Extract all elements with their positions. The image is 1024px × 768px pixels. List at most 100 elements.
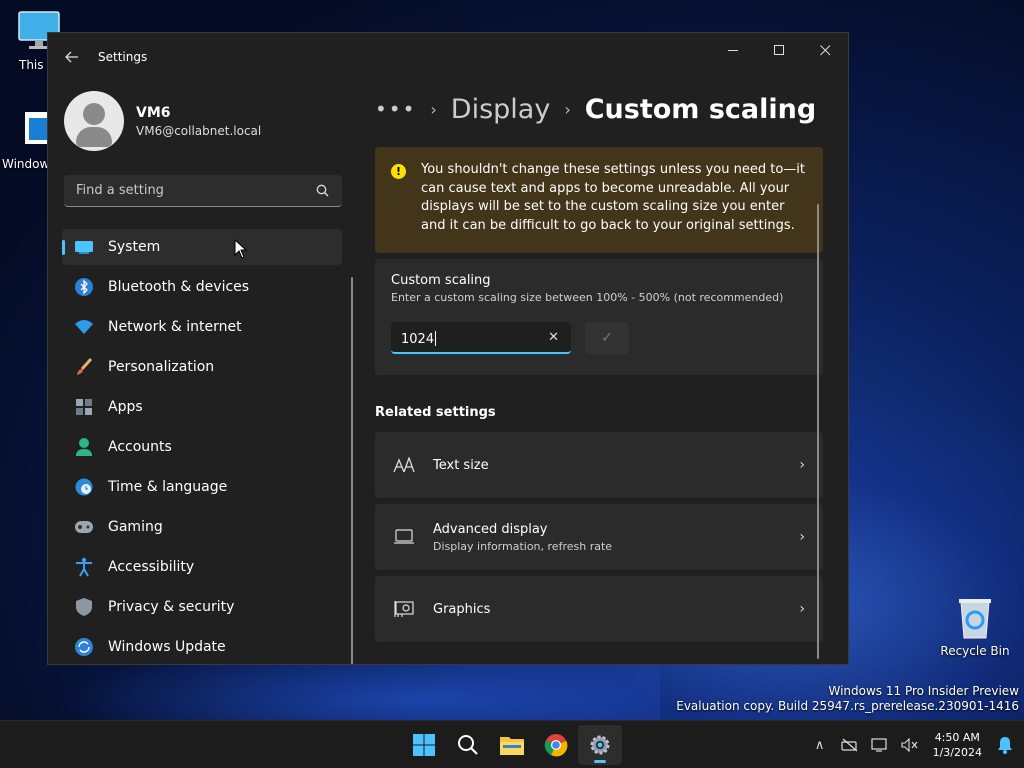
clock[interactable]: 4:50 AM 1/3/2024: [933, 730, 982, 760]
content-scrollbar[interactable]: [817, 204, 819, 659]
notification-bell-icon[interactable]: [990, 736, 1020, 754]
sidebar-item-network[interactable]: Network & internet: [62, 309, 342, 345]
chevron-right-icon: ›: [799, 601, 805, 617]
back-button[interactable]: [48, 33, 96, 81]
accounts-icon: [74, 437, 94, 457]
link-subtitle: Display information, refresh rate: [433, 539, 613, 553]
custom-scaling-card: Custom scaling Enter a custom scaling si…: [375, 259, 823, 375]
avatar: [64, 91, 124, 151]
sidebar-item-accessibility[interactable]: Accessibility: [62, 549, 342, 585]
text-size-icon: [393, 454, 415, 476]
settings-taskbar-button[interactable]: [578, 725, 622, 765]
window-controls: [710, 33, 848, 67]
link-title: Text size: [433, 457, 489, 473]
search-input[interactable]: Find a setting: [64, 175, 342, 207]
sidebar-item-label: Network & internet: [108, 319, 242, 335]
taskbar-search-button[interactable]: [446, 725, 490, 765]
breadcrumb-display-link[interactable]: Display: [451, 94, 551, 125]
show-hidden-icons-button[interactable]: ∧: [805, 738, 835, 753]
related-settings-heading: Related settings: [375, 405, 496, 420]
title-bar[interactable]: Settings: [48, 33, 848, 81]
wifi-icon: [74, 317, 94, 337]
sidebar-item-label: Time & language: [108, 479, 228, 495]
sidebar: VM6 VM6@collabnet.local Find a setting S…: [48, 81, 358, 664]
apps-icon: [74, 397, 94, 417]
minimize-icon: [727, 49, 738, 51]
settings-window: Settings VM6 VM6@collabnet.local Find a: [47, 32, 849, 665]
nav-list: System Bluetooth & devices Network & int…: [48, 229, 358, 664]
sidebar-item-privacy-security[interactable]: Privacy & security: [62, 589, 342, 625]
sidebar-item-windows-update[interactable]: Windows Update: [62, 629, 342, 664]
chrome-button[interactable]: [534, 725, 578, 765]
sidebar-item-system[interactable]: System: [62, 229, 342, 265]
chrome-icon: [544, 734, 568, 757]
monitor-icon: [393, 526, 415, 548]
sidebar-item-label: Accounts: [108, 439, 172, 455]
sidebar-item-gaming[interactable]: Gaming: [62, 509, 342, 545]
sidebar-item-accounts[interactable]: Accounts: [62, 429, 342, 465]
desktop-icon-label: Windows: [2, 157, 47, 171]
maximize-button[interactable]: [756, 33, 802, 67]
taskbar-apps: [402, 721, 622, 768]
chevron-right-icon: ›: [430, 99, 437, 119]
profile-name: VM6: [136, 104, 171, 121]
sidebar-item-time-language[interactable]: Time & language: [62, 469, 342, 505]
breadcrumb-more-button[interactable]: •••: [375, 97, 416, 121]
chevron-right-icon: ›: [799, 457, 805, 473]
custom-scaling-description: Enter a custom scaling size between 100%…: [391, 291, 784, 304]
advanced-display-link[interactable]: Advanced display Display information, re…: [375, 504, 823, 570]
taskbar: ∧ 4:50 AM 1/3/2024: [0, 720, 1024, 768]
checkmark-icon: ✓: [601, 330, 613, 346]
sidebar-item-label: Gaming: [108, 519, 163, 535]
sidebar-scrollbar[interactable]: [351, 277, 353, 664]
graphics-card-icon: [393, 598, 415, 620]
page-title: Custom scaling: [584, 93, 817, 125]
search-icon[interactable]: [316, 184, 330, 198]
user-profile[interactable]: VM6 VM6@collabnet.local: [48, 81, 358, 161]
clear-icon[interactable]: ✕: [548, 330, 559, 345]
sidebar-item-bluetooth[interactable]: Bluetooth & devices: [62, 269, 342, 305]
clock-date: 1/3/2024: [932, 746, 982, 759]
file-explorer-button[interactable]: [490, 725, 534, 765]
system-tray: ∧ 4:50 AM 1/3/2024: [805, 721, 1024, 768]
os-watermark: Windows 11 Pro Insider Preview Evaluatio…: [676, 684, 1019, 714]
graphics-link[interactable]: Graphics ›: [375, 576, 823, 642]
warning-icon: !: [391, 164, 406, 179]
brush-icon: [74, 357, 94, 377]
watermark-line: Windows 11 Pro Insider Preview: [828, 684, 1019, 698]
sidebar-item-label: Bluetooth & devices: [108, 279, 250, 295]
apply-button[interactable]: ✓: [585, 322, 629, 354]
custom-scaling-title: Custom scaling: [391, 273, 491, 288]
text-size-link[interactable]: Text size ›: [375, 432, 823, 498]
close-icon: [819, 44, 830, 55]
sidebar-item-label: Privacy & security: [108, 599, 235, 615]
sidebar-item-personalization[interactable]: Personalization: [62, 349, 342, 385]
windows-logo-icon: [413, 734, 435, 756]
link-title: Advanced display: [433, 521, 548, 537]
gamepad-icon: [74, 517, 94, 537]
mouse-cursor-icon: [234, 239, 248, 259]
desktop-icon-label: Recycle Bin: [940, 644, 1010, 658]
main-content: ••• › Display › Custom scaling ! You sho…: [375, 81, 823, 664]
network-status-icon[interactable]: [835, 738, 865, 752]
display-icon[interactable]: [865, 737, 895, 753]
desktop-icon-recycle-bin[interactable]: Recycle Bin: [940, 596, 1010, 658]
window-title: Settings: [98, 50, 148, 64]
watermark-line: Evaluation copy. Build 25947.rs_prerelea…: [676, 699, 1019, 713]
search-icon: [458, 735, 478, 755]
sidebar-item-apps[interactable]: Apps: [62, 389, 342, 425]
bluetooth-icon: [74, 277, 94, 297]
chevron-right-icon: ›: [564, 99, 571, 119]
link-title: Graphics: [433, 601, 491, 617]
minimize-button[interactable]: [710, 33, 756, 67]
system-icon: [74, 237, 94, 257]
close-button[interactable]: [802, 33, 848, 67]
volume-muted-icon[interactable]: [895, 738, 925, 752]
custom-scaling-input[interactable]: 1024 ✕: [391, 322, 571, 354]
warning-banner: ! You shouldn't change these settings un…: [375, 147, 823, 253]
warning-text: You shouldn't change these settings unle…: [421, 162, 806, 233]
start-button[interactable]: [402, 725, 446, 765]
globe-icon: [74, 477, 94, 497]
recycle-bin-icon: [959, 599, 991, 639]
sidebar-item-label: System: [108, 239, 161, 255]
